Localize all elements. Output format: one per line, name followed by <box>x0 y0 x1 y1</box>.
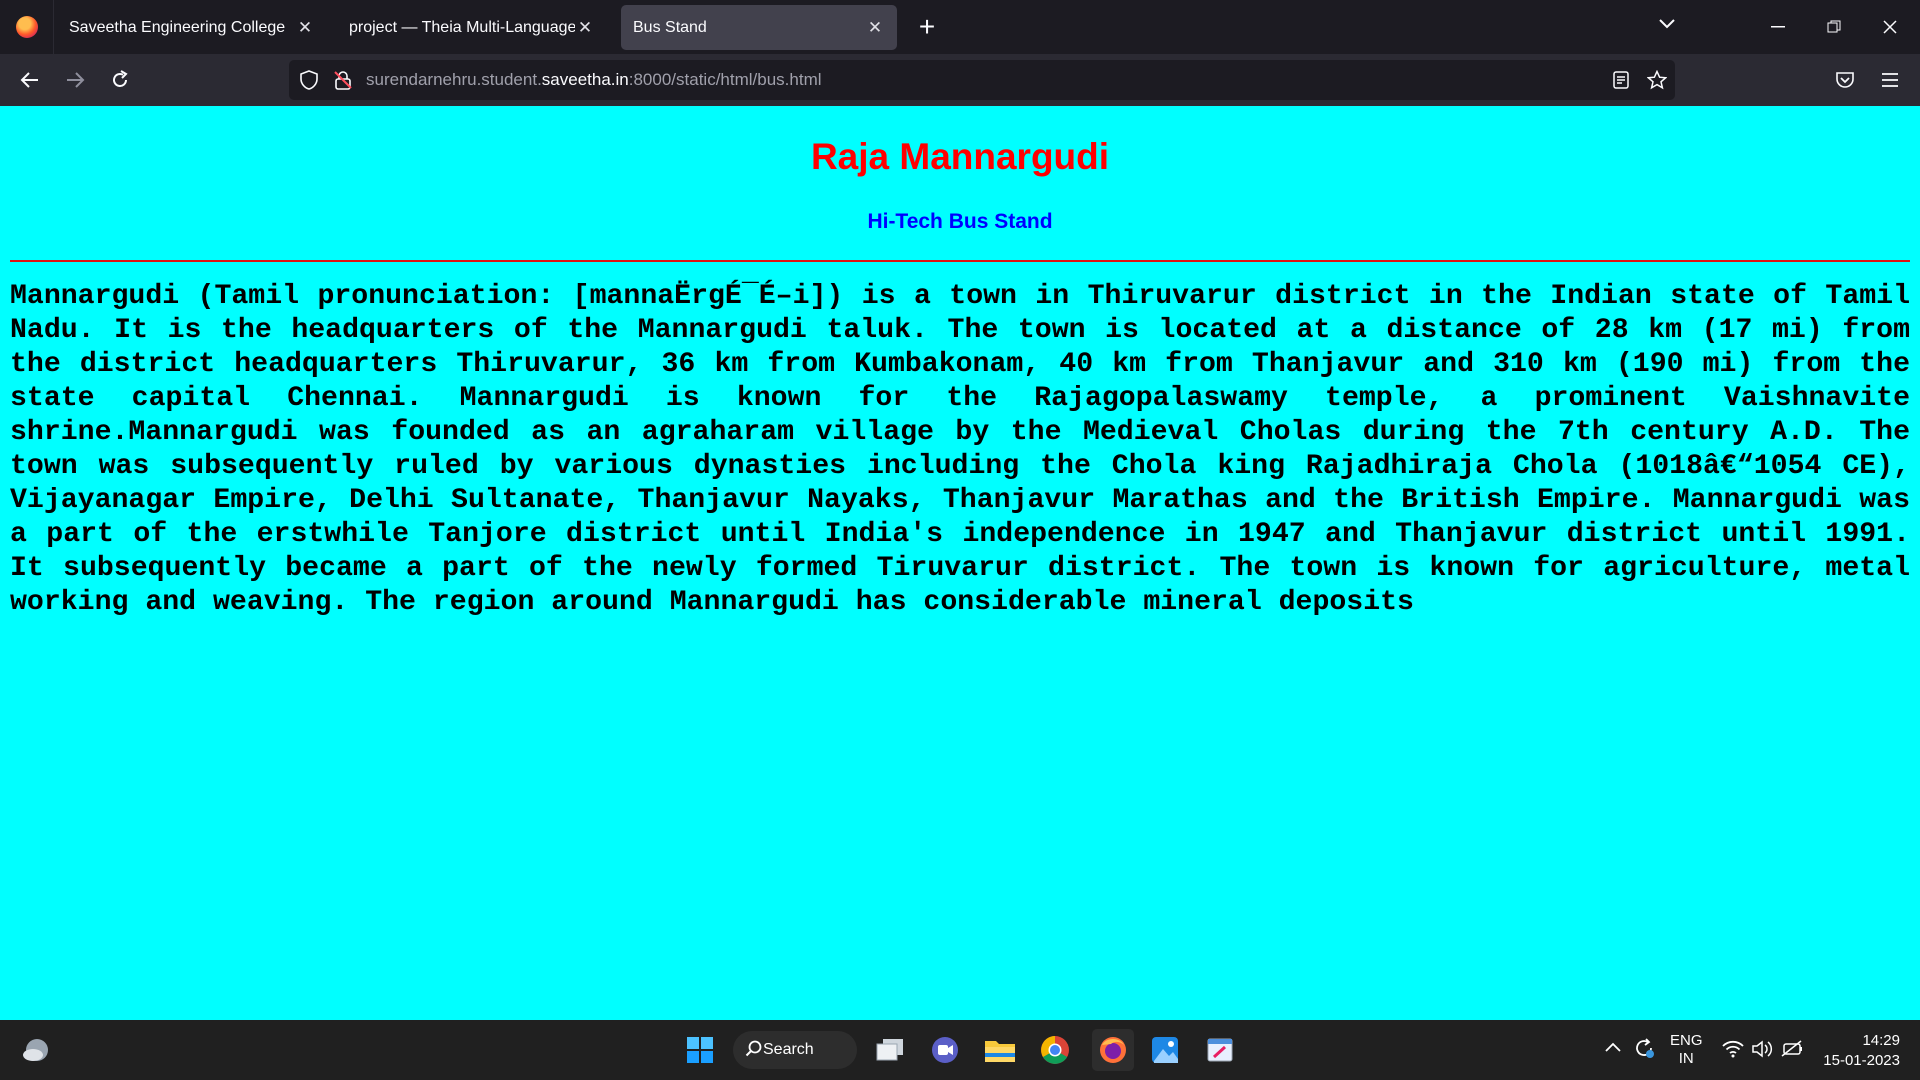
search-label: Search <box>763 1041 814 1058</box>
file-explorer-icon[interactable] <box>982 1032 1018 1068</box>
clock-time: 14:29 <box>1862 1032 1900 1049</box>
page-title: Raja Mannargudi <box>810 136 1110 177</box>
weather-icon[interactable] <box>18 1032 54 1068</box>
url-bar[interactable]: surendarnehru.student.saveetha.in:8000/s… <box>289 60 1675 100</box>
navigation-bar: surendarnehru.student.saveetha.in:8000/s… <box>0 54 1920 106</box>
clock[interactable]: 14:29 15-01-2023 <box>1822 1031 1900 1071</box>
windows-start-icon[interactable] <box>682 1032 718 1068</box>
reload-icon[interactable] <box>103 63 137 97</box>
new-tab-icon[interactable]: + <box>910 10 944 44</box>
battery-icon[interactable] <box>1781 1040 1805 1062</box>
tab-project[interactable]: project — Theia Multi-Language Ex ✕ <box>337 5 607 50</box>
minimize-icon[interactable] <box>1758 10 1798 44</box>
tab-label: Bus Stand <box>633 18 707 36</box>
close-icon[interactable]: ✕ <box>865 18 885 38</box>
tab-saveetha[interactable]: Saveetha Engineering College ✕ <box>57 5 327 50</box>
back-icon[interactable] <box>13 63 47 97</box>
sync-icon[interactable] <box>1632 1036 1656 1064</box>
horizontal-rule <box>10 260 1910 262</box>
wifi-icon[interactable] <box>1722 1040 1744 1062</box>
chrome-icon[interactable] <box>1037 1032 1073 1068</box>
bookmark-star-icon[interactable] <box>1645 68 1669 92</box>
clock-date: 15-01-2023 <box>1823 1052 1900 1069</box>
hamburger-menu-icon[interactable] <box>1873 63 1907 97</box>
language-indicator[interactable]: ENG IN <box>1670 1032 1703 1068</box>
url-text[interactable]: surendarnehru.student.saveetha.in:8000/s… <box>366 70 822 90</box>
chevron-up-icon[interactable] <box>1604 1040 1622 1057</box>
close-window-icon[interactable] <box>1870 10 1910 44</box>
search-icon <box>745 1040 763 1063</box>
task-view-icon[interactable] <box>872 1032 908 1068</box>
tab-bus-stand[interactable]: Bus Stand ✕ <box>621 5 897 50</box>
tab-label: Saveetha Engineering College <box>69 18 286 36</box>
volume-icon[interactable] <box>1751 1039 1773 1063</box>
web-page: Raja Mannargudi Hi-Tech Bus Stand Mannar… <box>0 106 1920 1020</box>
restore-icon[interactable] <box>1814 10 1854 44</box>
region-code: IN <box>1678 1050 1694 1067</box>
taskbar: Search ENG IN 14:29 15-01-2023 <box>0 1020 1920 1080</box>
page-subtitle: Hi-Tech Bus Stand <box>867 210 1053 233</box>
reader-view-icon[interactable] <box>1609 68 1633 92</box>
insecure-lock-icon[interactable] <box>331 68 355 92</box>
chevron-down-icon[interactable] <box>1658 14 1676 35</box>
tab-label: project — Theia Multi-Language Ex <box>349 18 575 36</box>
taskbar-search-button[interactable]: Search <box>733 1031 857 1069</box>
photos-icon[interactable] <box>1147 1032 1183 1068</box>
firefox-taskbar-icon[interactable] <box>1092 1029 1134 1071</box>
language-code: ENG <box>1670 1032 1703 1049</box>
teams-chat-icon[interactable] <box>927 1032 963 1068</box>
article-paragraph: Mannargudi (Tamil pronunciation: [mannaË… <box>10 281 1910 618</box>
forward-icon[interactable] <box>58 63 92 97</box>
pocket-icon[interactable] <box>1828 63 1862 97</box>
close-icon[interactable]: ✕ <box>575 18 595 38</box>
firefox-menu-icon[interactable] <box>0 0 54 54</box>
paint-icon[interactable] <box>1202 1032 1238 1068</box>
tab-strip: Saveetha Engineering College ✕ project —… <box>0 0 1920 54</box>
close-icon[interactable]: ✕ <box>295 18 315 38</box>
shield-icon[interactable] <box>297 68 321 92</box>
